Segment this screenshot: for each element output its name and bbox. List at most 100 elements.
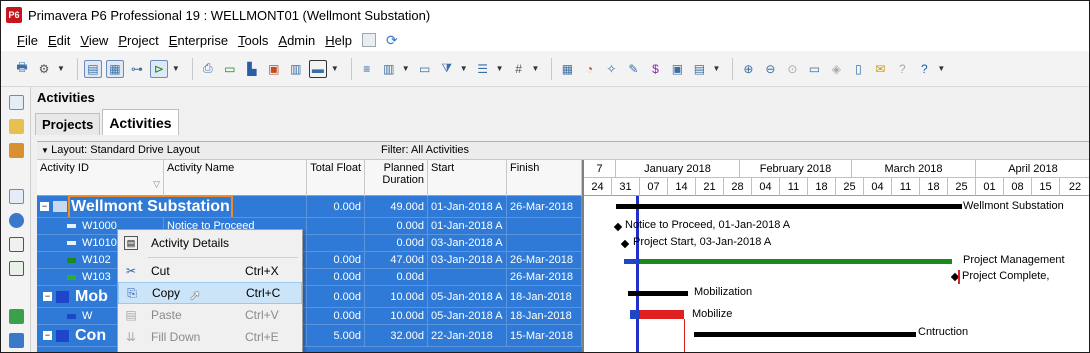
- start-cell[interactable]: 01-Jan-2018 A: [428, 218, 507, 234]
- projects-nav-icon[interactable]: [9, 95, 24, 110]
- duration-cell[interactable]: 0.00d: [365, 235, 428, 251]
- dropdown-arrow-icon[interactable]: ▼: [937, 64, 945, 73]
- print-icon[interactable]: 🖶: [13, 60, 31, 78]
- dropdown-arrow-icon[interactable]: ▼: [57, 64, 65, 73]
- activities-nav-icon[interactable]: [9, 309, 24, 324]
- info-icon[interactable]: ?: [893, 60, 911, 78]
- finish-cell[interactable]: [507, 235, 582, 251]
- total-float-cell[interactable]: [307, 218, 365, 234]
- duration-cell[interactable]: 10.00d: [365, 286, 428, 307]
- column-activity-name[interactable]: Activity Name: [164, 160, 307, 196]
- group-sort-icon[interactable]: ☰: [474, 60, 492, 78]
- menu-project[interactable]: Project: [118, 33, 158, 48]
- resource-profile-icon[interactable]: ▙: [243, 60, 261, 78]
- collapse-icon[interactable]: ▭: [805, 60, 823, 78]
- duration-cell[interactable]: 32.00d: [365, 325, 428, 346]
- start-cell[interactable]: [428, 269, 507, 285]
- wbs-row[interactable]: − Wellmont Substation 0.00d 49.00d 01-Ja…: [37, 196, 582, 218]
- column-total-float[interactable]: Total Float: [307, 160, 365, 196]
- refresh-icon[interactable]: ⟳: [386, 32, 398, 49]
- start-cell[interactable]: 03-Jan-2018 A: [428, 252, 507, 268]
- dropdown-arrow-icon[interactable]: ▼: [172, 64, 180, 73]
- menu-file[interactable]: File: [17, 33, 38, 48]
- reports-icon[interactable]: ▦: [558, 60, 576, 78]
- start-cell[interactable]: 05-Jan-2018 A: [428, 308, 507, 324]
- column-start[interactable]: Start: [428, 160, 507, 196]
- folder-nav-icon[interactable]: [9, 189, 24, 204]
- zoom-fit-icon[interactable]: ⊙: [783, 60, 801, 78]
- context-menu-cut[interactable]: ✂ Cut Ctrl+X: [118, 260, 302, 282]
- collapse-toggle-icon[interactable]: −: [43, 331, 52, 340]
- duration-cell[interactable]: 49.00d: [365, 196, 428, 217]
- dropdown-arrow-icon[interactable]: ▼: [532, 64, 540, 73]
- timescale-icon[interactable]: ▭: [416, 60, 434, 78]
- finish-cell[interactable]: 15-Mar-2018: [507, 325, 582, 346]
- schedule-icon[interactable]: ◔: [580, 60, 598, 78]
- completed-portion-bar[interactable]: [630, 310, 640, 319]
- apply-actuals-icon[interactable]: ✎: [624, 60, 642, 78]
- column-finish[interactable]: Finish: [507, 160, 582, 196]
- zoom-in-icon[interactable]: ⊕: [739, 60, 757, 78]
- finish-cell[interactable]: [507, 218, 582, 234]
- update-progress-icon[interactable]: ▣: [668, 60, 686, 78]
- notes-icon[interactable]: ✉: [871, 60, 889, 78]
- collapse-toggle-icon[interactable]: −: [40, 202, 49, 211]
- start-cell[interactable]: 22-Jan-2018: [428, 325, 507, 346]
- total-float-cell[interactable]: 0.00d: [307, 286, 365, 307]
- bars-format-icon[interactable]: ≡: [358, 60, 376, 78]
- total-float-cell[interactable]: 0.00d: [307, 269, 365, 285]
- layout-selector[interactable]: ▼ Layout: Standard Drive Layout: [41, 144, 200, 156]
- total-float-cell[interactable]: 0.00d: [307, 308, 365, 324]
- menu-help[interactable]: Help: [325, 33, 352, 48]
- save-icon[interactable]: [362, 33, 377, 47]
- context-menu-paste[interactable]: ▤ Paste Ctrl+V: [118, 304, 302, 326]
- expand-icon[interactable]: ◈: [827, 60, 845, 78]
- store-period-icon[interactable]: $: [646, 60, 664, 78]
- total-float-cell[interactable]: 0.00d: [307, 196, 365, 217]
- total-float-cell[interactable]: 5.00d: [307, 325, 365, 346]
- tracking-nav-icon[interactable]: [9, 237, 24, 252]
- dropdown-arrow-icon[interactable]: ▼: [496, 64, 504, 73]
- finish-cell[interactable]: 26-Mar-2018: [507, 252, 582, 268]
- column-activity-id[interactable]: Activity ID ▽: [37, 160, 164, 196]
- finish-cell[interactable]: 18-Jan-2018: [507, 286, 582, 307]
- collapse-toggle-icon[interactable]: −: [43, 292, 52, 301]
- dropdown-arrow-icon[interactable]: ▼: [712, 64, 720, 73]
- wbs-summary-bar[interactable]: [628, 291, 688, 296]
- resources-nav-icon[interactable]: [9, 213, 24, 228]
- wbs-summary-bar[interactable]: [616, 204, 962, 209]
- bottom-layout-icon[interactable]: ▬: [308, 59, 327, 78]
- gantt-chart-icon[interactable]: ▦: [105, 59, 124, 78]
- finish-cell[interactable]: 18-Jan-2018: [507, 308, 582, 324]
- duration-cell[interactable]: 10.00d: [365, 308, 428, 324]
- hash-icon[interactable]: #: [510, 60, 528, 78]
- tab-projects[interactable]: Projects: [35, 113, 101, 135]
- summarize-icon[interactable]: ▤: [690, 60, 708, 78]
- issues-nav-icon[interactable]: [9, 333, 24, 348]
- menu-admin[interactable]: Admin: [278, 33, 315, 48]
- zoom-out-icon[interactable]: ⊖: [761, 60, 779, 78]
- dropdown-arrow-icon[interactable]: ▼: [331, 64, 339, 73]
- total-float-cell[interactable]: [307, 235, 365, 251]
- column-planned-duration[interactable]: Planned Duration: [365, 160, 428, 196]
- trace-logic-icon[interactable]: ▥: [287, 60, 305, 78]
- milestone-diamond[interactable]: [620, 239, 630, 249]
- finish-cell[interactable]: 26-Mar-2018: [507, 269, 582, 285]
- dropdown-arrow-icon[interactable]: ▼: [402, 64, 410, 73]
- start-cell[interactable]: 05-Jan-2018 A: [428, 286, 507, 307]
- context-menu-fill-down[interactable]: ⇊ Fill Down Ctrl+E: [118, 326, 302, 348]
- help-icon[interactable]: ?: [915, 60, 933, 78]
- activity-id-cell[interactable]: − Wellmont Substation: [37, 196, 307, 217]
- sort-icon[interactable]: ▽: [153, 179, 160, 190]
- finish-cell[interactable]: 26-Mar-2018: [507, 196, 582, 217]
- duration-cell[interactable]: 0.00d: [365, 218, 428, 234]
- dropdown-arrow-icon[interactable]: ▼: [460, 64, 468, 73]
- filter-icon[interactable]: ⧩: [438, 60, 456, 78]
- resource-usage-icon[interactable]: ▣: [265, 60, 283, 78]
- activity-table-icon[interactable]: ▤: [83, 59, 102, 78]
- print-preview-icon[interactable]: ⚙: [35, 60, 53, 78]
- open-folder-nav-icon[interactable]: [9, 119, 24, 134]
- critical-bar[interactable]: [640, 310, 684, 319]
- menu-view[interactable]: View: [80, 33, 108, 48]
- tab-activities[interactable]: Activities: [102, 109, 179, 135]
